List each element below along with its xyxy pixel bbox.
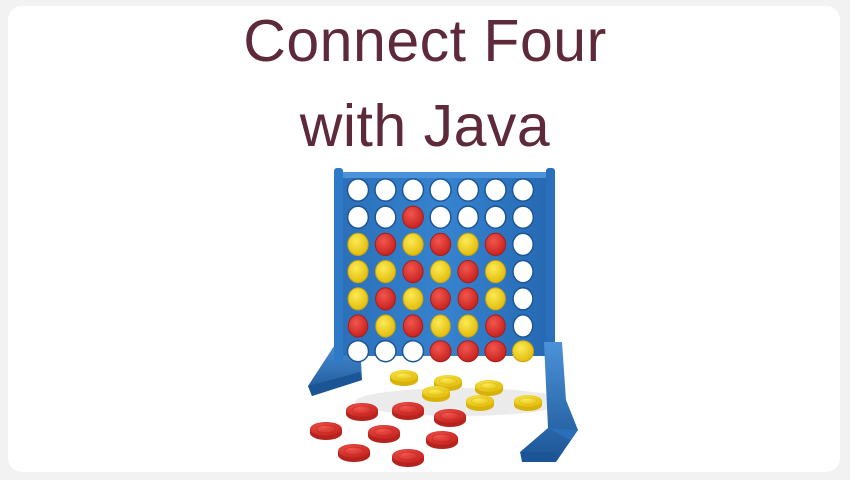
empty-hole	[511, 205, 535, 230]
red-disc	[485, 314, 506, 338]
red-disc	[429, 340, 452, 363]
loose-yellow-disc	[475, 380, 503, 396]
empty-hole	[429, 178, 452, 202]
red-disc	[374, 232, 397, 256]
empty-hole	[456, 178, 480, 202]
yellow-disc	[484, 260, 507, 284]
empty-hole	[429, 205, 452, 230]
empty-hole	[484, 205, 507, 230]
red-disc	[430, 287, 451, 311]
empty-hole	[456, 205, 480, 230]
yellow-disc	[402, 232, 424, 256]
empty-hole	[374, 205, 397, 230]
red-disc	[484, 232, 507, 256]
red-disc	[429, 232, 452, 256]
empty-hole	[374, 178, 397, 202]
yellow-disc	[375, 314, 396, 338]
empty-hole	[511, 178, 535, 202]
red-disc	[484, 340, 507, 363]
red-disc	[402, 205, 424, 229]
loose-red-disc	[368, 425, 400, 443]
red-disc	[402, 314, 424, 338]
empty-hole	[512, 232, 534, 257]
loose-red-disc	[392, 449, 424, 467]
empty-hole	[512, 314, 534, 338]
loose-red-disc	[310, 422, 342, 440]
yellow-disc	[347, 260, 369, 284]
empty-hole	[374, 339, 397, 363]
empty-hole	[401, 178, 425, 202]
yellow-disc	[374, 260, 397, 284]
empty-hole	[346, 205, 370, 230]
yellow-disc	[429, 260, 452, 284]
loose-red-disc	[434, 409, 466, 427]
red-disc	[347, 314, 369, 338]
empty-hole	[484, 178, 507, 202]
yellow-disc	[457, 314, 479, 338]
yellow-disc	[347, 232, 369, 256]
red-disc	[457, 340, 479, 363]
loose-yellow-disc	[466, 395, 494, 411]
red-disc	[457, 287, 479, 311]
loose-yellow-disc	[390, 370, 418, 386]
yellow-disc	[485, 287, 506, 311]
loose-red-disc	[338, 444, 370, 462]
red-disc	[402, 260, 424, 284]
yellow-disc	[457, 232, 479, 256]
yellow-disc	[402, 287, 424, 311]
loose-red-disc	[392, 402, 424, 420]
empty-hole	[512, 259, 534, 284]
connect-four-board-illustration	[308, 168, 578, 467]
yellow-disc	[512, 340, 534, 363]
loose-yellow-disc	[422, 386, 450, 402]
empty-hole	[401, 339, 425, 363]
loose-red-disc	[426, 431, 458, 449]
empty-hole	[346, 339, 370, 363]
empty-hole	[346, 178, 370, 202]
loose-red-disc	[346, 403, 378, 421]
yellow-disc	[430, 314, 451, 338]
yellow-disc	[347, 287, 369, 311]
empty-hole	[512, 286, 534, 311]
red-disc	[375, 287, 396, 311]
red-disc	[457, 260, 479, 284]
loose-yellow-disc	[514, 395, 542, 411]
